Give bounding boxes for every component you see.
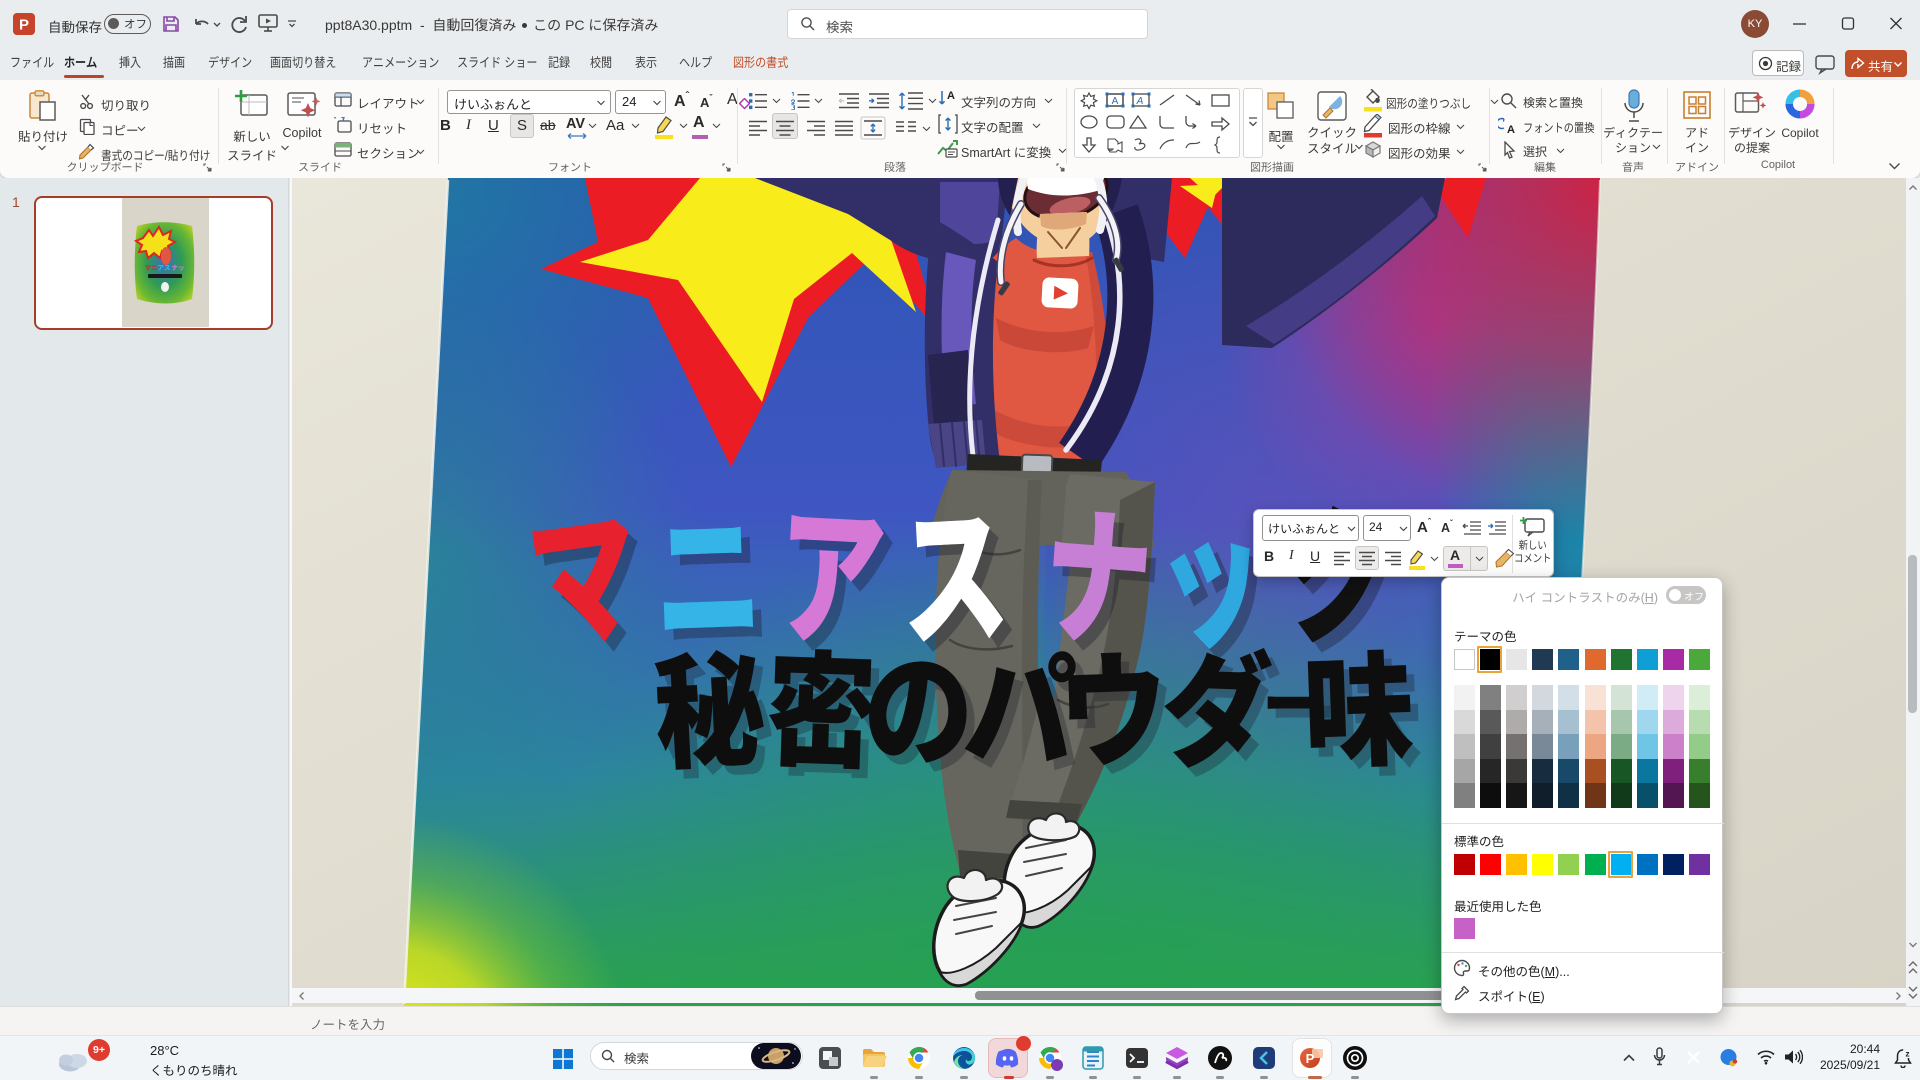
- svg-text:P: P: [1306, 1051, 1315, 1066]
- svg-text:ナッ: ナッ: [172, 262, 185, 272]
- svg-text:z: z: [1905, 1049, 1909, 1059]
- svg-text:ウ: ウ: [1055, 609, 1171, 794]
- svg-text:ダ: ダ: [1159, 609, 1275, 794]
- svg-text:ー: ー: [1262, 652, 1328, 748]
- svg-text:P: P: [19, 17, 29, 34]
- svg-text:の: の: [860, 609, 976, 794]
- svg-text:マニ: マニ: [145, 262, 158, 272]
- svg-text:秘: 秘: [649, 608, 768, 795]
- svg-text:アス: アス: [158, 262, 172, 272]
